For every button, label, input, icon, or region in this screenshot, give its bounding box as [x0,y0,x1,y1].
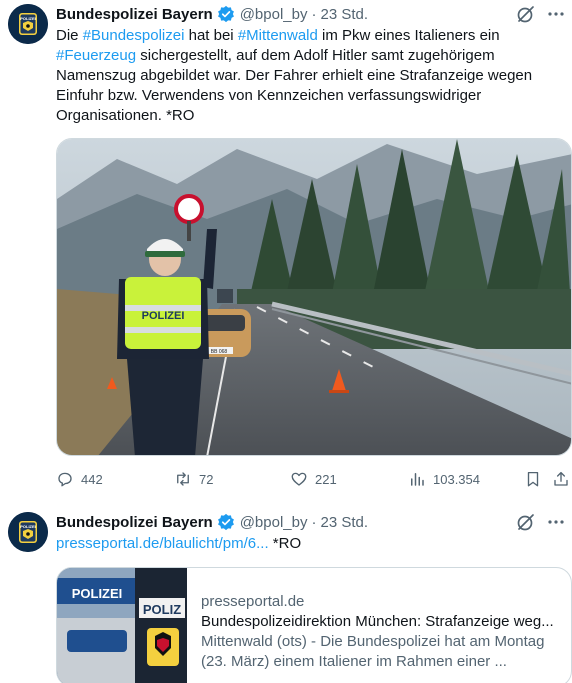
separator-dot: · [311,513,317,531]
grok-icon[interactable] [516,512,536,532]
police-logo-icon: POLIZEI [8,512,48,552]
reply-button[interactable]: 442 [56,468,103,490]
tweet-suffix: *RO [268,535,302,552]
article-link[interactable]: presseportal.de/blaulicht/pm/6... [56,535,269,552]
tweet-1[interactable]: POLIZEI Bundespolizei Bayern @bpol_by · … [0,0,572,500]
timestamp[interactable]: 23 Std. [320,6,368,23]
card-image-text-side: POLIZ [143,602,181,617]
police-logo-icon: POLIZEI [8,4,48,44]
tweet-header: Bundespolizei Bayern @bpol_by · 23 Std. [56,3,368,25]
tweet-text-segment: hat bei [184,27,238,44]
separator-dot: · [311,5,317,23]
card-image-text-top: POLIZEI [72,586,123,601]
vest-text: POLIZEI [142,310,185,322]
author-name[interactable]: Bundespolizei Bayern [56,6,213,23]
share-icon [554,471,568,486]
police-car-photo: POLIZEI POLIZ [57,568,187,683]
hashtag-link[interactable]: #Feuerzeug [56,47,136,64]
repost-count: 72 [199,471,214,487]
avatar-text: POLIZEI [20,16,36,21]
tweet-text-segment: im Pkw eines Italieners ein [317,27,500,44]
tweet-text-segment: Die [56,27,83,44]
author-handle[interactable]: @bpol_by [240,6,308,23]
grok-icon[interactable] [516,4,536,24]
share-button[interactable] [552,468,572,490]
hashtag-link[interactable]: #Bundespolizei [83,27,185,44]
avatar[interactable]: POLIZEI [8,4,48,44]
card-domain: presseportal.de [201,593,305,610]
car-plate-text: BB 068 [211,349,228,355]
card-title[interactable]: Bundespolizeidirektion München: Strafanz… [201,612,567,632]
card-thumbnail: POLIZEI POLIZ [57,568,187,683]
bookmark-icon [527,471,539,487]
views-count: 103.354 [433,471,480,487]
like-icon [291,472,307,486]
avatar[interactable]: POLIZEI [8,512,48,552]
hashtag-link[interactable]: #Mittenwald [238,27,318,44]
views-icon [411,473,424,486]
like-button[interactable]: 221 [290,468,337,490]
repost-button[interactable]: 72 [174,468,213,490]
link-preview-card[interactable]: POLIZEI POLIZ presseportal.de Bundespoli… [56,567,572,683]
more-icon[interactable] [546,512,566,532]
views-button[interactable]: 103.354 [408,468,480,490]
reply-count: 442 [81,471,103,487]
card-description: Mittenwald (ots) - Die Bundespolizei hat… [201,633,545,670]
bookmark-button[interactable] [524,468,549,490]
timestamp[interactable]: 23 Std. [320,514,368,531]
card-text: presseportal.de Bundespolizeidirektion M… [201,592,567,672]
tweet-text: presseportal.de/blaulicht/pm/6... *RO [56,534,556,554]
avatar-text: POLIZEI [20,524,36,529]
tweet-image[interactable]: BB 068 POLIZEI [56,138,572,456]
verified-badge-icon[interactable] [217,513,235,531]
author-name[interactable]: Bundespolizei Bayern [56,514,213,531]
police-checkpoint-photo: BB 068 POLIZEI [57,139,571,455]
action-bar: 442 72 221 103.354 [56,468,572,490]
verified-badge-icon[interactable] [217,5,235,23]
tweet-text: Die #Bundespolizei hat bei #Mittenwald i… [56,26,556,126]
author-handle[interactable]: @bpol_by [240,514,308,531]
reply-icon [58,472,72,487]
like-count: 221 [315,471,337,487]
tweet-header: Bundespolizei Bayern @bpol_by · 23 Std. [56,511,368,533]
repost-icon [177,472,189,486]
more-icon[interactable] [546,4,566,24]
